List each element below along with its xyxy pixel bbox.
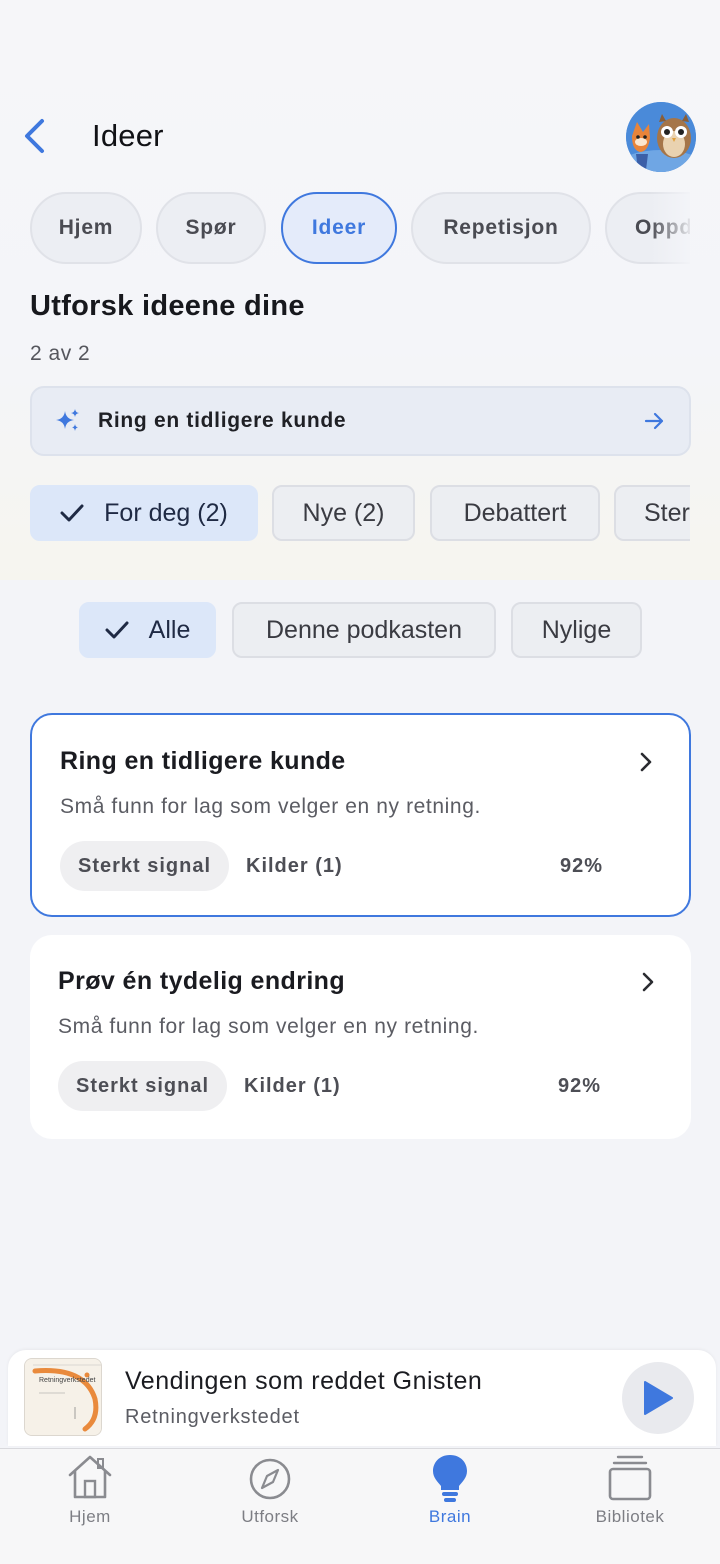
filter-sterkt[interactable]: Ster bbox=[614, 485, 690, 541]
filter-chips: For deg (2) Nye (2) Debattert Ster bbox=[0, 485, 690, 543]
filter-nye[interactable]: Nye (2) bbox=[272, 485, 415, 541]
arrow-right-icon bbox=[644, 412, 664, 430]
idea-description: Små funn for lag som velger en ny retnin… bbox=[60, 795, 481, 818]
idea-title: Ring en tidligere kunde bbox=[60, 747, 346, 775]
tab-spor[interactable]: Spør bbox=[156, 192, 266, 264]
filter-for-deg[interactable]: For deg (2) bbox=[30, 485, 258, 541]
sources-link[interactable]: Kilder (1) bbox=[244, 1075, 341, 1098]
sparkle-icon bbox=[56, 409, 79, 431]
tab-bar-top: Hjem Spør Ideer Repetisjon Oppd bbox=[0, 192, 690, 266]
tab-item-utforsk[interactable]: Utforsk bbox=[180, 1449, 360, 1539]
tab-label: Utforsk bbox=[241, 1507, 299, 1526]
sources-link[interactable]: Kilder (1) bbox=[246, 855, 343, 878]
mini-player[interactable]: Retningverkstedet Vendingen som reddet G… bbox=[8, 1350, 716, 1446]
compass-icon bbox=[249, 1458, 291, 1500]
lightbulb-icon bbox=[433, 1455, 467, 1502]
suggestion-text: Ring en tidligere kunde bbox=[98, 409, 347, 432]
filter-label: For deg (2) bbox=[104, 498, 228, 527]
play-icon bbox=[644, 1381, 673, 1415]
scope-alle[interactable]: Alle bbox=[79, 602, 216, 658]
header: Ideer bbox=[0, 100, 720, 176]
home-icon bbox=[68, 1455, 112, 1499]
episode-title: Vendingen som reddet Gnisten bbox=[125, 1367, 483, 1395]
confidence-score: 92% bbox=[560, 855, 604, 877]
chevron-left-icon bbox=[25, 119, 44, 153]
tab-label: Hjem bbox=[69, 1507, 111, 1526]
tab-label: Brain bbox=[428, 1507, 472, 1526]
tab-label: Bibliotek bbox=[595, 1507, 665, 1526]
checkmark-icon bbox=[105, 621, 129, 639]
scope-denne-podkasten[interactable]: Denne podkasten bbox=[232, 602, 496, 658]
idea-description: Små funn for lag som velger en ny retnin… bbox=[58, 1015, 479, 1038]
idea-card[interactable]: Ring en tidligere kunde Små funn for lag… bbox=[30, 713, 691, 917]
signal-badge: Sterkt signal bbox=[58, 1061, 228, 1111]
signal-badge: Sterkt signal bbox=[60, 841, 230, 891]
idea-card[interactable]: Prøv én tydelig endring Små funn for lag… bbox=[30, 935, 691, 1139]
podcast-artwork: Retningverkstedet bbox=[24, 1358, 102, 1436]
tab-item-bibliotek[interactable]: Bibliotek bbox=[540, 1449, 720, 1539]
play-button[interactable] bbox=[622, 1362, 694, 1434]
result-count: 2 av 2 bbox=[30, 342, 91, 365]
filter-debattert[interactable]: Debattert bbox=[430, 485, 600, 541]
scope-chips: Alle Denne podkasten Nylige bbox=[0, 602, 720, 660]
tabs-fade bbox=[650, 192, 690, 266]
idea-title: Prøv én tydelig endring bbox=[58, 967, 346, 995]
chevron-right-icon bbox=[642, 972, 654, 992]
tab-item-hjem[interactable]: Hjem bbox=[0, 1449, 180, 1539]
bottom-tab-bar: Hjem Utforsk Brain Bibliotek bbox=[0, 1448, 720, 1564]
section-title: Utforsk ideene dine bbox=[30, 290, 305, 322]
tab-ideer[interactable]: Ideer bbox=[281, 192, 397, 264]
back-button[interactable] bbox=[14, 114, 54, 158]
tab-item-brain[interactable]: Brain bbox=[360, 1449, 540, 1539]
page-title: Ideer bbox=[92, 118, 164, 153]
checkmark-icon bbox=[60, 504, 84, 522]
artwork-illustration bbox=[25, 1359, 101, 1435]
scope-nylige[interactable]: Nylige bbox=[511, 602, 642, 658]
avatar-illustration bbox=[626, 102, 696, 172]
confidence-score: 92% bbox=[558, 1075, 602, 1097]
library-icon bbox=[608, 1455, 652, 1501]
chevron-right-icon bbox=[640, 752, 652, 772]
artwork-title: Retningverkstedet bbox=[39, 1377, 96, 1384]
tab-repetisjon[interactable]: Repetisjon bbox=[411, 192, 591, 264]
scope-label: Alle bbox=[148, 615, 191, 644]
podcast-name: Retningverkstedet bbox=[125, 1406, 300, 1428]
suggestion-banner[interactable]: Ring en tidligere kunde bbox=[30, 386, 691, 456]
avatar[interactable] bbox=[626, 102, 696, 172]
tab-hjem[interactable]: Hjem bbox=[30, 192, 142, 264]
